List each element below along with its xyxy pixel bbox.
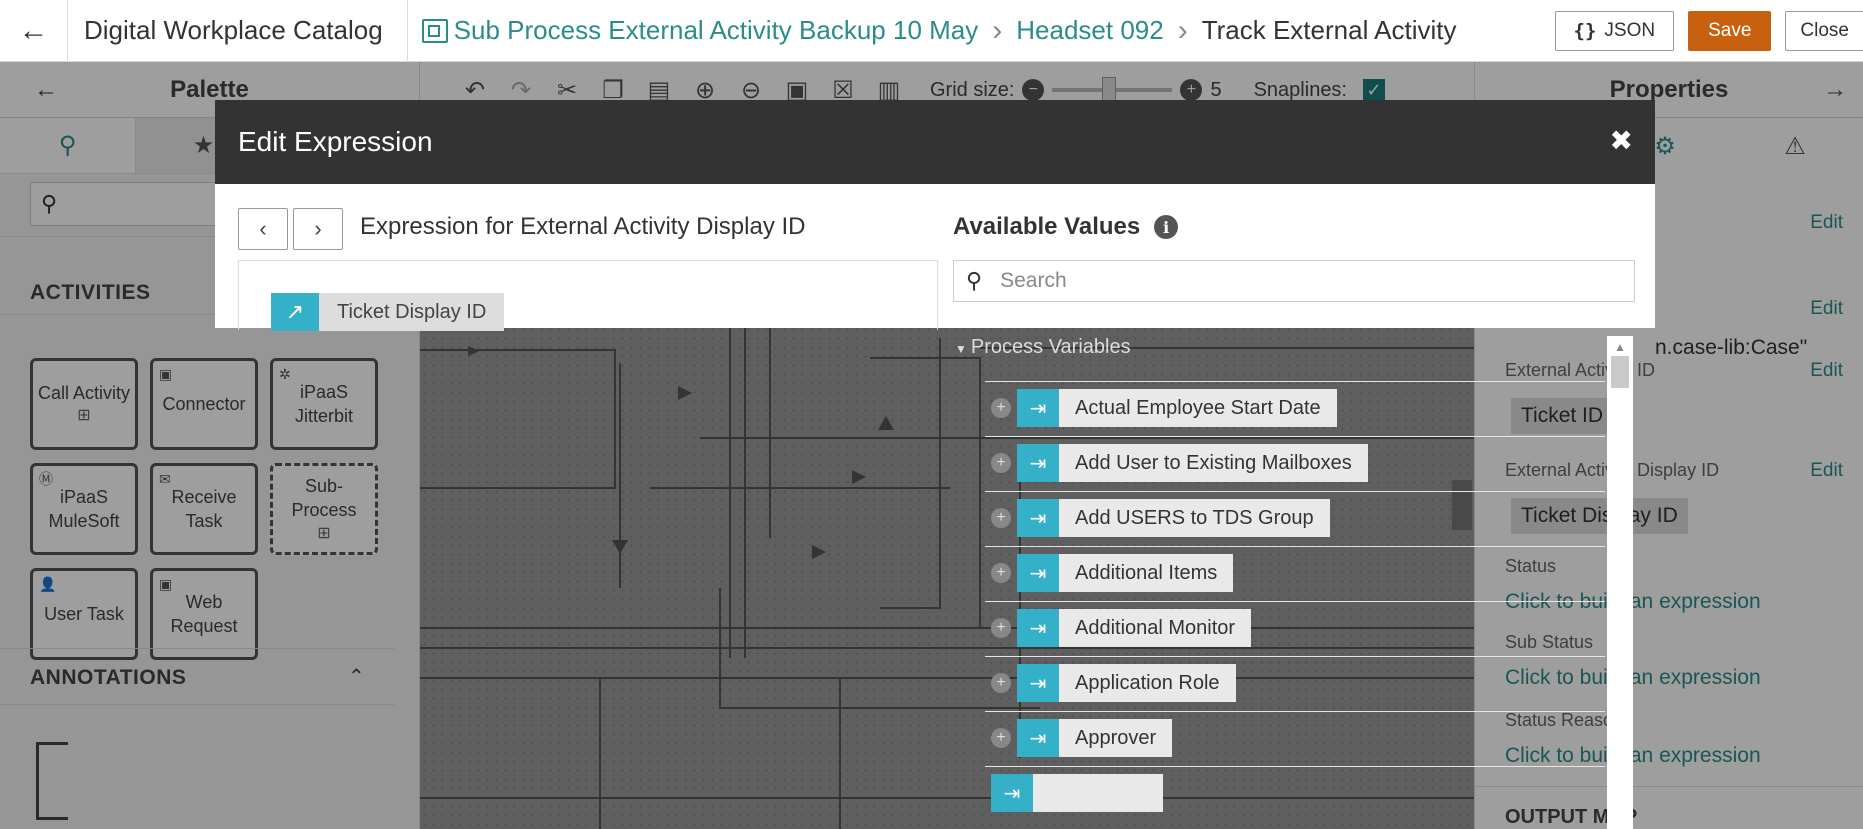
previous-button[interactable]: ‹ (238, 208, 288, 250)
value-label-cut (1033, 774, 1163, 812)
modal-header: Edit Expression ✖ (215, 100, 1655, 184)
list-item[interactable]: + ⇥ Add USERS to TDS Group (991, 499, 1330, 537)
expression-editor[interactable]: ↗ Ticket Display ID (238, 260, 938, 331)
variable-icon: ⇥ (1017, 554, 1059, 592)
json-button-label: JSON (1604, 20, 1656, 41)
scroll-up-icon[interactable]: ▲ (1614, 340, 1626, 354)
back-arrow-icon[interactable]: ← (0, 0, 68, 62)
json-button[interactable]: {} JSON (1554, 11, 1675, 51)
caret-down-icon: ▼ (955, 342, 967, 356)
variable-icon: ⇥ (991, 774, 1033, 812)
available-values-title: Available Values i (953, 213, 1179, 241)
variable-icon: ⇥ (1017, 444, 1059, 482)
variable-icon: ⇥ (1017, 664, 1059, 702)
breadcrumb-item-headset[interactable]: Headset 092 (1016, 15, 1163, 46)
add-icon[interactable]: + (991, 508, 1011, 528)
divider (985, 711, 1605, 712)
search-icon: ⚲ (966, 268, 983, 293)
top-header: ← Digital Workplace Catalog Sub Process … (0, 0, 1863, 62)
divider (985, 381, 1605, 382)
values-scrollbar[interactable]: ▲ (1607, 336, 1633, 829)
value-label: Additional Monitor (1075, 616, 1236, 639)
add-icon[interactable]: + (991, 673, 1011, 693)
list-item[interactable]: + ⇥ Approver (991, 719, 1173, 757)
chevron-left-icon: ‹ (259, 216, 267, 241)
close-button[interactable]: Close (1785, 11, 1863, 51)
chevron-right-icon: › (314, 216, 322, 241)
divider (985, 491, 1605, 492)
divider (985, 546, 1605, 547)
divider (985, 656, 1605, 657)
variable-icon: ⇥ (1017, 499, 1059, 537)
value-label: Add USERS to TDS Group (1075, 506, 1314, 529)
available-values-list: ▼ Process Variables + ⇥ Actual Employee St… (955, 336, 1605, 829)
chevron-right-icon: › (1177, 13, 1188, 47)
close-icon[interactable]: ✖ (1610, 124, 1633, 157)
next-button[interactable]: › (293, 208, 343, 250)
scrollbar-thumb[interactable] (1611, 356, 1629, 388)
header-actions: {} JSON Save Close (1554, 0, 1863, 62)
breadcrumb-item-current: Track External Activity (1201, 15, 1457, 45)
add-icon[interactable]: + (991, 563, 1011, 583)
variable-icon: ⇥ (1017, 389, 1059, 427)
expression-title: Expression for External Activity Display… (360, 213, 806, 240)
value-label: Additional Items (1075, 561, 1218, 584)
list-item[interactable]: + ⇥ Add User to Existing Mailboxes (991, 444, 1368, 482)
braces-icon: {} (1573, 20, 1597, 42)
add-icon[interactable]: + (991, 398, 1011, 418)
app-title: Digital Workplace Catalog (68, 0, 408, 62)
value-label: Application Role (1075, 671, 1220, 694)
add-icon[interactable]: + (991, 618, 1011, 638)
divider (985, 436, 1605, 437)
add-icon[interactable]: + (991, 728, 1011, 748)
save-button[interactable]: Save (1688, 11, 1772, 51)
divider (985, 601, 1605, 602)
modal-title: Edit Expression (238, 126, 433, 157)
trend-icon: ↗ (271, 293, 319, 331)
add-icon[interactable]: + (991, 453, 1011, 473)
list-item[interactable]: ⇥ (991, 774, 1163, 812)
available-values-label: Available Values (953, 213, 1141, 240)
process-variables-group[interactable]: ▼ Process Variables (955, 336, 1131, 359)
search-input[interactable] (1000, 269, 1601, 293)
value-label: Actual Employee Start Date (1075, 396, 1321, 419)
group-label: Process Variables (970, 336, 1131, 358)
variable-icon: ⇥ (1017, 609, 1059, 647)
expression-token[interactable]: ↗ Ticket Display ID (271, 293, 505, 331)
list-item[interactable]: + ⇥ Additional Items (991, 554, 1234, 592)
chevron-right-icon: › (992, 13, 1003, 47)
token-label: Ticket Display ID (337, 300, 487, 323)
breadcrumb: Sub Process External Activity Backup 10 … (421, 13, 1457, 48)
divider (985, 766, 1605, 767)
breadcrumb-item-process[interactable]: Sub Process External Activity Backup 10 … (454, 15, 979, 46)
variable-icon: ⇥ (1017, 719, 1059, 757)
available-values-search: ⚲ (953, 260, 1635, 302)
list-item[interactable]: + ⇥ Actual Employee Start Date (991, 389, 1337, 427)
value-label: Add User to Existing Mailboxes (1075, 451, 1352, 474)
info-icon[interactable]: i (1154, 215, 1179, 239)
value-label: Approver (1075, 726, 1157, 749)
list-item[interactable]: + ⇥ Additional Monitor (991, 609, 1252, 647)
process-icon (421, 18, 448, 43)
edit-expression-modal: Edit Expression ✖ ‹ › Expression for Ext… (215, 100, 1655, 331)
list-item[interactable]: + ⇥ Application Role (991, 664, 1236, 702)
